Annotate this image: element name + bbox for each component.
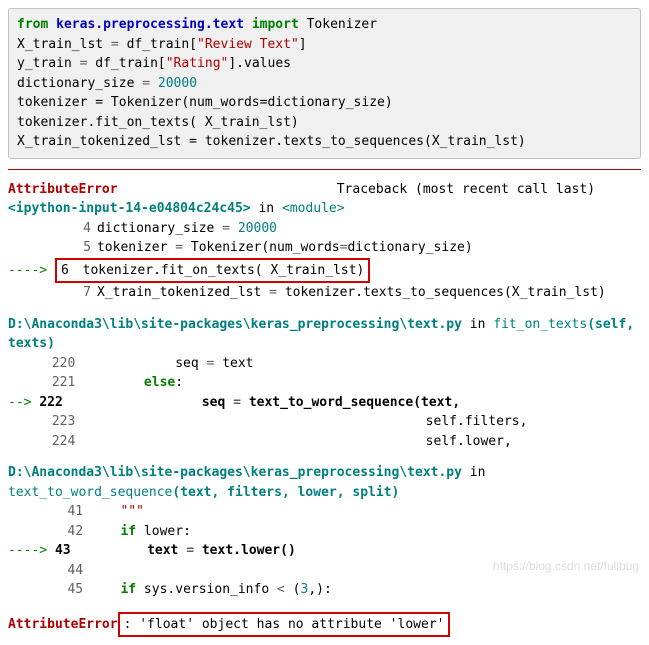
tb-line-5: 5tokenizer = Tokenizer(num_words=diction… xyxy=(8,238,641,258)
traceback-header: AttributeError Traceback (most recent ca… xyxy=(8,180,641,200)
tb-frame-1-loc: D:\Anaconda3\lib\site-packages\keras_pre… xyxy=(8,315,641,354)
tb-line-43: ----> 43 text = text.lower() xyxy=(8,541,641,561)
code-line-1: from keras.preprocessing.text import Tok… xyxy=(17,15,632,35)
tb-line-44: 44 xyxy=(8,561,641,581)
traceback-frame-1: D:\Anaconda3\lib\site-packages\keras_pre… xyxy=(8,315,641,452)
tb-line-222: --> 222 seq = text_to_word_sequence(text… xyxy=(8,393,641,413)
tb-line-41: 41 """ xyxy=(8,502,641,522)
tb-line-42: 42 if lower: xyxy=(8,522,641,542)
traceback-frame-0-loc: <ipython-input-14-e04804c24c45> in <modu… xyxy=(8,199,641,219)
tb-line-220: 220 seq = text xyxy=(8,354,641,374)
code-input-cell: from keras.preprocessing.text import Tok… xyxy=(8,8,641,159)
final-error-line: AttributeError: 'float' object has no at… xyxy=(8,612,641,638)
code-line-3: y_train = df_train["Rating"].values xyxy=(17,54,632,74)
tb-frame-2-loc: D:\Anaconda3\lib\site-packages\keras_pre… xyxy=(8,463,641,502)
tb-line-4: 4dictionary_size = 20000 xyxy=(8,219,641,239)
code-line-6: tokenizer.fit_on_texts( X_train_lst) xyxy=(17,113,632,133)
tb-line-223: 223 self.filters, xyxy=(8,412,641,432)
tb-line-224: 224 self.lower, xyxy=(8,432,641,452)
tb-line-6: ----> 6 tokenizer.fit_on_texts( X_train_… xyxy=(8,258,641,284)
traceback: AttributeError Traceback (most recent ca… xyxy=(8,180,641,303)
tb-line-45: 45 if sys.version_info < (3,): xyxy=(8,580,641,600)
code-line-5: tokenizer = Tokenizer(num_words=dictiona… xyxy=(17,93,632,113)
tb-line-221: 221 else: xyxy=(8,373,641,393)
tb-line-7: 7X_train_tokenized_lst = tokenizer.texts… xyxy=(8,283,641,303)
traceback-separator xyxy=(8,169,641,170)
code-line-4: dictionary_size = 20000 xyxy=(17,74,632,94)
code-line-7: X_train_tokenized_lst = tokenizer.texts_… xyxy=(17,132,632,152)
code-line-2: X_train_lst = df_train["Review Text"] xyxy=(17,35,632,55)
traceback-frame-2: D:\Anaconda3\lib\site-packages\keras_pre… xyxy=(8,463,641,600)
